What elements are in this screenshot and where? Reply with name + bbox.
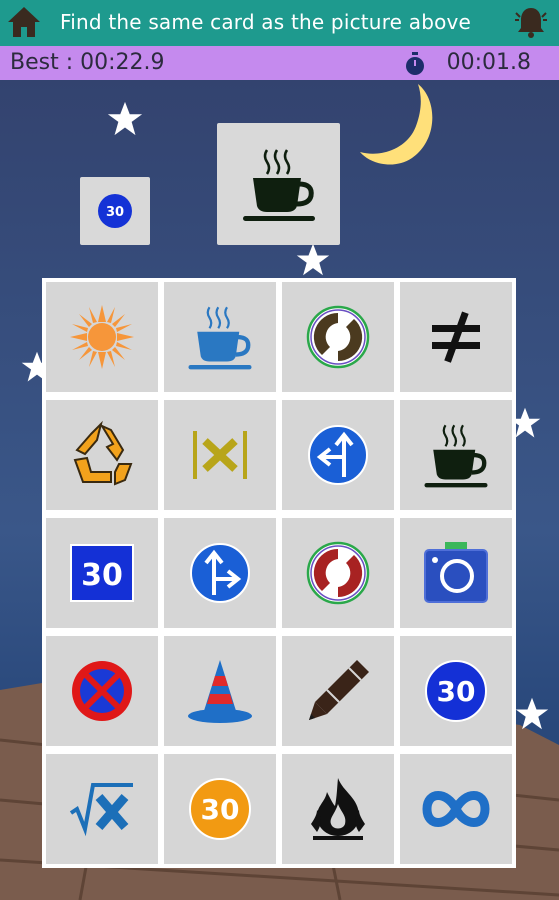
moon-icon	[360, 84, 433, 165]
speed-label: 30	[106, 205, 124, 220]
camera-icon	[424, 542, 488, 603]
star-decoration	[515, 697, 549, 730]
card-no-parking[interactable]	[46, 636, 158, 746]
card-abs-x[interactable]	[164, 400, 276, 510]
speed-30-square-icon: 30	[70, 544, 134, 602]
big-target-card	[217, 123, 340, 245]
card-coffee-blue[interactable]	[164, 282, 276, 392]
speed-label: 30	[81, 558, 123, 593]
pencil-icon	[309, 660, 369, 720]
infinity-icon	[422, 791, 490, 827]
card-traffic-cone[interactable]	[164, 636, 276, 746]
coffee-cup-icon	[424, 424, 488, 488]
direction-arrows-icon	[308, 425, 368, 485]
card-fire[interactable]	[282, 754, 394, 864]
card-recycle[interactable]	[46, 400, 158, 510]
instruction-title: Find the same card as the picture above	[60, 10, 472, 34]
best-time: Best : 00:22.9	[10, 50, 165, 75]
card-direction-arrows[interactable]	[282, 400, 394, 510]
sun-icon	[70, 305, 134, 369]
card-camera[interactable]	[400, 518, 512, 628]
speed-30-orange-icon: 30	[189, 778, 251, 840]
card-sun[interactable]	[46, 282, 158, 392]
home-icon[interactable]	[6, 4, 42, 40]
card-not-equal[interactable]	[400, 282, 512, 392]
speed-30-icon: 30	[98, 194, 132, 228]
abs-x-icon	[193, 431, 247, 479]
card-speed-30-orange[interactable]: 30	[164, 754, 276, 864]
night-scene: 30 30 30 30	[0, 80, 559, 900]
speed-30-icon: 30	[425, 660, 487, 722]
coffee-cup-blue-icon	[188, 306, 252, 370]
speed-label: 30	[201, 793, 240, 826]
card-straight-right-arrow[interactable]	[164, 518, 276, 628]
card-sqrt-x[interactable]	[46, 754, 158, 864]
current-timer: 00:01.8	[446, 50, 531, 75]
straight-right-arrow-icon	[190, 543, 250, 603]
card-infinity[interactable]	[400, 754, 512, 864]
card-speed-30[interactable]: 30	[400, 636, 512, 746]
not-equal-icon	[432, 311, 480, 363]
card-coffee-cup[interactable]	[400, 400, 512, 510]
card-speed-30-square[interactable]: 30	[46, 518, 158, 628]
star-decoration	[296, 243, 330, 276]
card-grid: 30 30 30	[42, 278, 516, 868]
traffic-cone-icon	[188, 660, 252, 723]
top-bar: Find the same card as the picture above	[0, 0, 559, 46]
card-pencil[interactable]	[282, 636, 394, 746]
sqrt-x-icon	[69, 783, 133, 837]
green-dot-icon	[306, 305, 370, 369]
recycle-icon	[73, 420, 133, 486]
green-dot-red-icon	[306, 541, 370, 605]
card-green-dot-red[interactable]	[282, 518, 394, 628]
card-green-dot[interactable]	[282, 282, 394, 392]
speed-label: 30	[437, 675, 476, 708]
small-target-card: 30	[80, 177, 150, 245]
bell-icon[interactable]	[513, 4, 549, 40]
coffee-cup-icon	[242, 149, 315, 221]
no-parking-icon	[72, 661, 132, 721]
time-bar: Best : 00:22.9 00:01.8	[0, 46, 559, 80]
fire-icon	[311, 778, 365, 840]
star-decoration	[107, 101, 143, 136]
stopwatch-icon	[406, 52, 424, 75]
